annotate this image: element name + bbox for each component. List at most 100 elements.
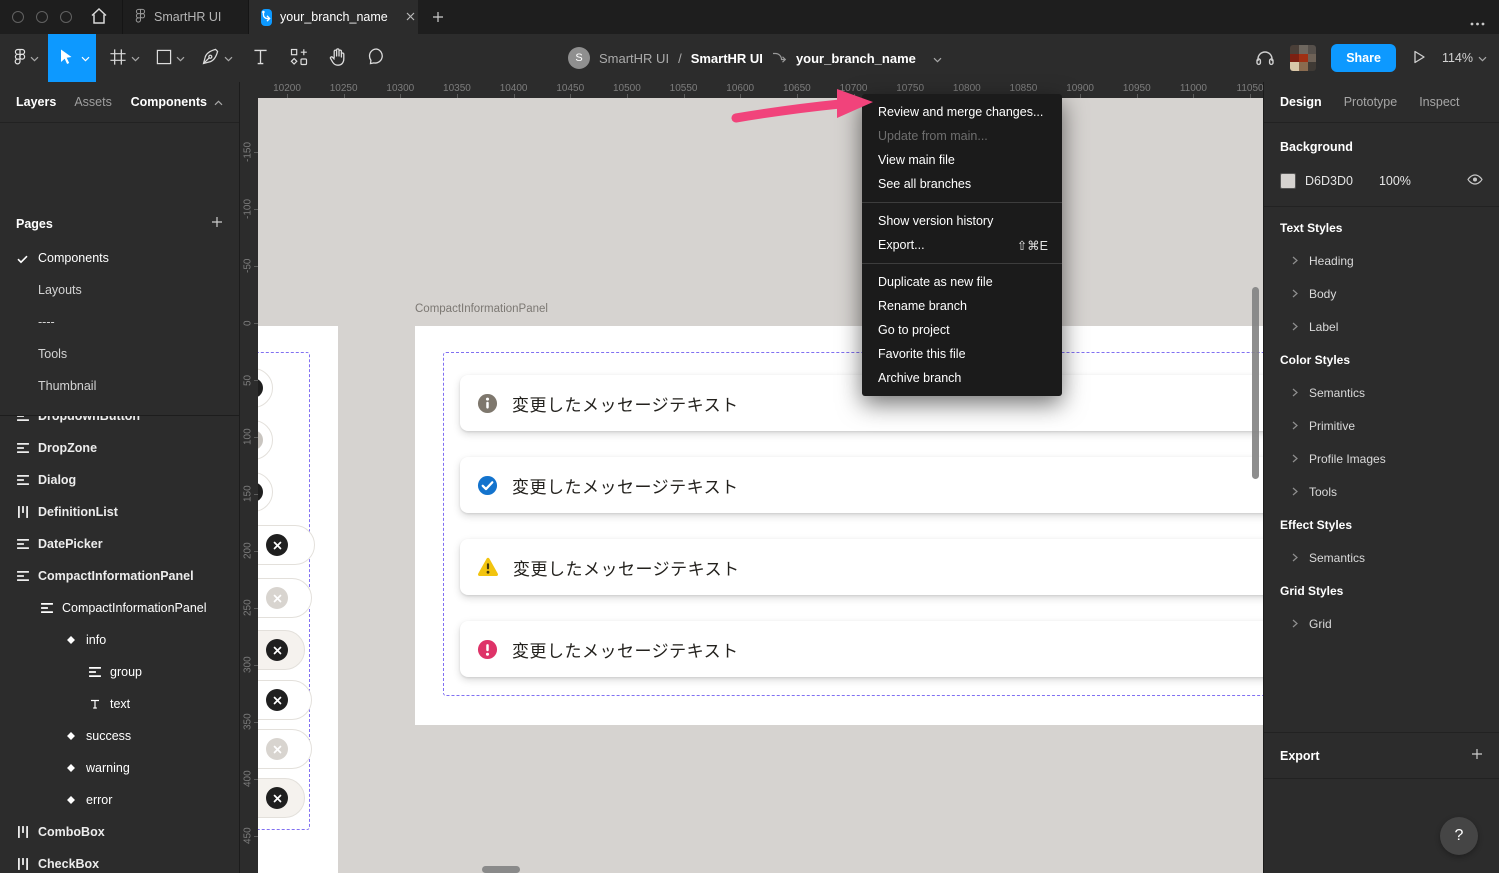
menu-item-rename-branch[interactable]: Rename branch bbox=[862, 294, 1062, 318]
add-page-button[interactable] bbox=[211, 216, 223, 231]
main-menu-button[interactable] bbox=[8, 34, 44, 82]
menu-item-favorite-this-file[interactable]: Favorite this file bbox=[862, 342, 1062, 366]
chevron-down-icon[interactable] bbox=[933, 51, 942, 66]
layer-item-text[interactable]: text bbox=[0, 688, 239, 720]
headphones-icon[interactable] bbox=[1255, 48, 1275, 69]
breadcrumb[interactable]: S SmartHR UI / SmartHR UI your_branch_na… bbox=[568, 34, 942, 82]
background-color-row[interactable]: D6D3D0 100% bbox=[1280, 169, 1483, 193]
h-ruler-label: 10850 bbox=[1010, 83, 1038, 94]
breadcrumb-project[interactable]: SmartHR UI bbox=[599, 51, 669, 66]
chip-close-button[interactable] bbox=[266, 587, 288, 609]
layer-item-dropdownbutton[interactable]: DropdownButton bbox=[0, 415, 239, 432]
style-item-semantics[interactable]: Semantics bbox=[1264, 541, 1499, 574]
message-card-error[interactable]: 変更したメッセージテキスト bbox=[460, 621, 1263, 677]
text-tool-button[interactable] bbox=[246, 34, 274, 82]
page-item-layouts[interactable]: Layouts bbox=[0, 274, 239, 306]
menu-item-show-version-history[interactable]: Show version history bbox=[862, 209, 1062, 233]
home-button[interactable] bbox=[86, 6, 112, 29]
chip-close-button[interactable] bbox=[266, 639, 288, 661]
style-item-tools[interactable]: Tools bbox=[1264, 475, 1499, 508]
background-hex-value[interactable]: D6D3D0 bbox=[1305, 174, 1353, 188]
canvas-vertical-scrollbar[interactable] bbox=[1252, 287, 1259, 479]
layer-item-compactinformationpanel[interactable]: CompactInformationPanel bbox=[0, 560, 239, 592]
add-export-button[interactable] bbox=[1471, 748, 1483, 763]
tab-layers[interactable]: Layers bbox=[16, 95, 56, 109]
layer-item-combobox[interactable]: ComboBox bbox=[0, 816, 239, 848]
resources-button[interactable] bbox=[284, 34, 314, 82]
menu-item-duplicate-as-new-file[interactable]: Duplicate as new file bbox=[862, 270, 1062, 294]
user-avatar[interactable] bbox=[1290, 45, 1316, 71]
style-item-label[interactable]: Label bbox=[1264, 310, 1499, 343]
layer-item-success[interactable]: success bbox=[0, 720, 239, 752]
page-item-item[interactable]: ---- bbox=[0, 306, 239, 338]
hand-tool-button[interactable] bbox=[322, 34, 352, 82]
close-window-icon[interactable] bbox=[12, 11, 24, 23]
file-tab-branch[interactable]: your_branch_name bbox=[248, 0, 418, 34]
layer-item-info[interactable]: info bbox=[0, 624, 239, 656]
layer-label: text bbox=[110, 697, 130, 711]
layer-item-error[interactable]: error bbox=[0, 784, 239, 816]
window-more-button[interactable] bbox=[1470, 15, 1485, 29]
rows-layer-icon bbox=[88, 666, 101, 678]
message-card-warning[interactable]: 変更したメッセージテキスト bbox=[460, 539, 1263, 595]
h-ruler-label: 10200 bbox=[273, 83, 301, 94]
zoom-level-control[interactable]: 114% bbox=[1442, 51, 1487, 65]
layer-item-compactinformationpanel[interactable]: CompactInformationPanel bbox=[0, 592, 239, 624]
shape-tool-button[interactable] bbox=[150, 34, 190, 82]
menu-item-view-main-file[interactable]: View main file bbox=[862, 148, 1062, 172]
chip-close-button[interactable] bbox=[266, 738, 288, 760]
tab-assets[interactable]: Assets bbox=[74, 95, 112, 109]
chip-close-button[interactable] bbox=[266, 534, 288, 556]
zoom-window-icon[interactable] bbox=[60, 11, 72, 23]
menu-item-export[interactable]: Export...⇧⌘E bbox=[862, 233, 1062, 257]
help-button[interactable]: ? bbox=[1440, 817, 1478, 855]
menu-item-see-all-branches[interactable]: See all branches bbox=[862, 172, 1062, 196]
style-item-primitive[interactable]: Primitive bbox=[1264, 409, 1499, 442]
color-swatch[interactable] bbox=[1280, 173, 1296, 189]
style-item-heading[interactable]: Heading bbox=[1264, 244, 1499, 277]
layer-item-dropzone[interactable]: DropZone bbox=[0, 432, 239, 464]
breadcrumb-file[interactable]: SmartHR UI bbox=[691, 51, 763, 66]
page-selector[interactable]: Components bbox=[131, 95, 223, 109]
eye-icon[interactable] bbox=[1467, 174, 1483, 188]
layer-item-group[interactable]: group bbox=[0, 656, 239, 688]
layer-item-dialog[interactable]: Dialog bbox=[0, 464, 239, 496]
menu-item-review-and-merge-changes[interactable]: Review and merge changes... bbox=[862, 100, 1062, 124]
layer-item-definitionlist[interactable]: DefinitionList bbox=[0, 496, 239, 528]
present-play-icon[interactable] bbox=[1411, 49, 1427, 68]
layer-item-datepicker[interactable]: DatePicker bbox=[0, 528, 239, 560]
window-controls[interactable] bbox=[12, 11, 72, 23]
pen-tool-button[interactable] bbox=[196, 34, 238, 82]
share-button[interactable]: Share bbox=[1331, 44, 1396, 72]
style-item-body[interactable]: Body bbox=[1264, 277, 1499, 310]
tab-prototype[interactable]: Prototype bbox=[1344, 95, 1398, 109]
tab-design[interactable]: Design bbox=[1280, 95, 1322, 109]
menu-item-go-to-project[interactable]: Go to project bbox=[862, 318, 1062, 342]
page-item-components[interactable]: Components bbox=[0, 242, 239, 274]
tab-inspect[interactable]: Inspect bbox=[1419, 95, 1459, 109]
canvas-horizontal-scrollbar[interactable] bbox=[482, 866, 520, 873]
style-item-semantics[interactable]: Semantics bbox=[1264, 376, 1499, 409]
comment-tool-button[interactable] bbox=[360, 34, 392, 82]
close-tab-icon[interactable] bbox=[406, 10, 415, 24]
chip-close-button[interactable] bbox=[266, 689, 288, 711]
h-ruler-label: 10950 bbox=[1123, 83, 1151, 94]
frame-name-label[interactable]: CompactInformationPanel bbox=[415, 303, 548, 315]
layer-item-checkbox[interactable]: CheckBox bbox=[0, 848, 239, 873]
page-item-tools[interactable]: Tools bbox=[0, 338, 239, 370]
style-item-grid[interactable]: Grid bbox=[1264, 607, 1499, 640]
page-item-thumbnail[interactable]: Thumbnail bbox=[0, 370, 239, 402]
new-tab-button[interactable] bbox=[432, 11, 444, 26]
move-tool-button[interactable] bbox=[48, 34, 96, 82]
design-canvas[interactable]: CompactInformationPanel 変更したメッセージテキスト変更し… bbox=[258, 98, 1263, 873]
background-opacity-value[interactable]: 100% bbox=[1379, 174, 1411, 188]
file-tab-smarthr-ui[interactable]: SmartHR UI bbox=[122, 0, 248, 34]
message-card-success[interactable]: 変更したメッセージテキスト bbox=[460, 457, 1263, 513]
frame-tool-button[interactable] bbox=[104, 34, 144, 82]
chip-close-button[interactable] bbox=[266, 787, 288, 809]
minimize-window-icon[interactable] bbox=[36, 11, 48, 23]
layer-item-warning[interactable]: warning bbox=[0, 752, 239, 784]
style-item-profile-images[interactable]: Profile Images bbox=[1264, 442, 1499, 475]
menu-item-archive-branch[interactable]: Archive branch bbox=[862, 366, 1062, 390]
breadcrumb-branch[interactable]: your_branch_name bbox=[796, 51, 916, 66]
